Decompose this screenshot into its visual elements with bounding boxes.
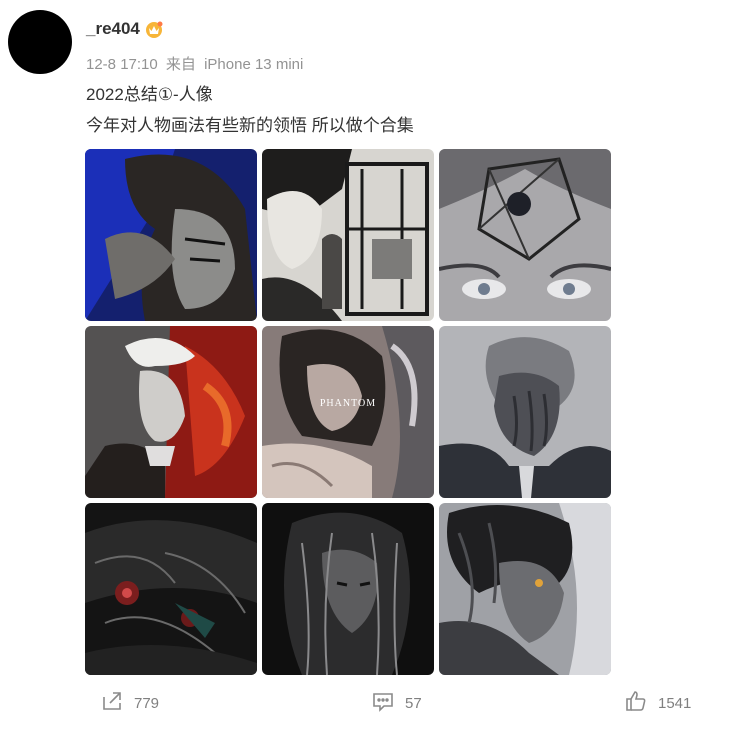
author-name[interactable]: _re404	[86, 19, 140, 39]
source-device: iPhone 13 mini	[204, 56, 304, 73]
action-bar: 779 57 1541	[0, 688, 752, 718]
share-button[interactable]: 779	[100, 688, 159, 718]
comment-count: 57	[405, 694, 422, 712]
author-header: _re404	[86, 19, 164, 39]
share-icon	[100, 689, 124, 717]
post-time[interactable]: 12-8 17:10	[86, 56, 158, 73]
portrait-face-in-hands[interactable]	[439, 326, 611, 498]
post-text-line-1: 2022总结①-人像	[86, 85, 213, 104]
share-count: 779	[134, 694, 160, 712]
portrait-phantom[interactable]: PHANTOM	[262, 326, 434, 498]
portrait-dark-red-eyes[interactable]	[85, 503, 257, 675]
post-meta: 12-8 17:10 来自 iPhone 13 mini	[86, 53, 303, 74]
source-label: 来自	[165, 56, 196, 73]
portrait-man-with-window[interactable]	[262, 149, 434, 321]
avatar[interactable]	[8, 10, 72, 74]
post-text-line-2: 今年对人物画法有些新的领悟 所以做个合集	[86, 116, 414, 135]
portrait-dark-long-hair[interactable]	[262, 503, 434, 675]
image-grid: PHANTOM	[85, 149, 611, 675]
thumbs-up-icon	[624, 689, 648, 717]
like-button[interactable]: 1541	[624, 688, 691, 718]
portrait-blue-hand[interactable]	[85, 149, 257, 321]
weibo-post: _re404 12-8 17:10 来自 iPhone 13 mini 2022…	[0, 0, 752, 731]
portrait-cube-eyes[interactable]	[439, 149, 611, 321]
comment-button[interactable]: 57	[371, 688, 422, 718]
portrait-side-profile[interactable]	[439, 503, 611, 675]
vip-crown-icon[interactable]	[144, 19, 164, 39]
comment-icon	[371, 689, 395, 717]
image-caption-text: PHANTOM	[319, 398, 377, 409]
like-count: 1541	[658, 694, 692, 712]
portrait-white-hair-red[interactable]	[85, 326, 257, 498]
